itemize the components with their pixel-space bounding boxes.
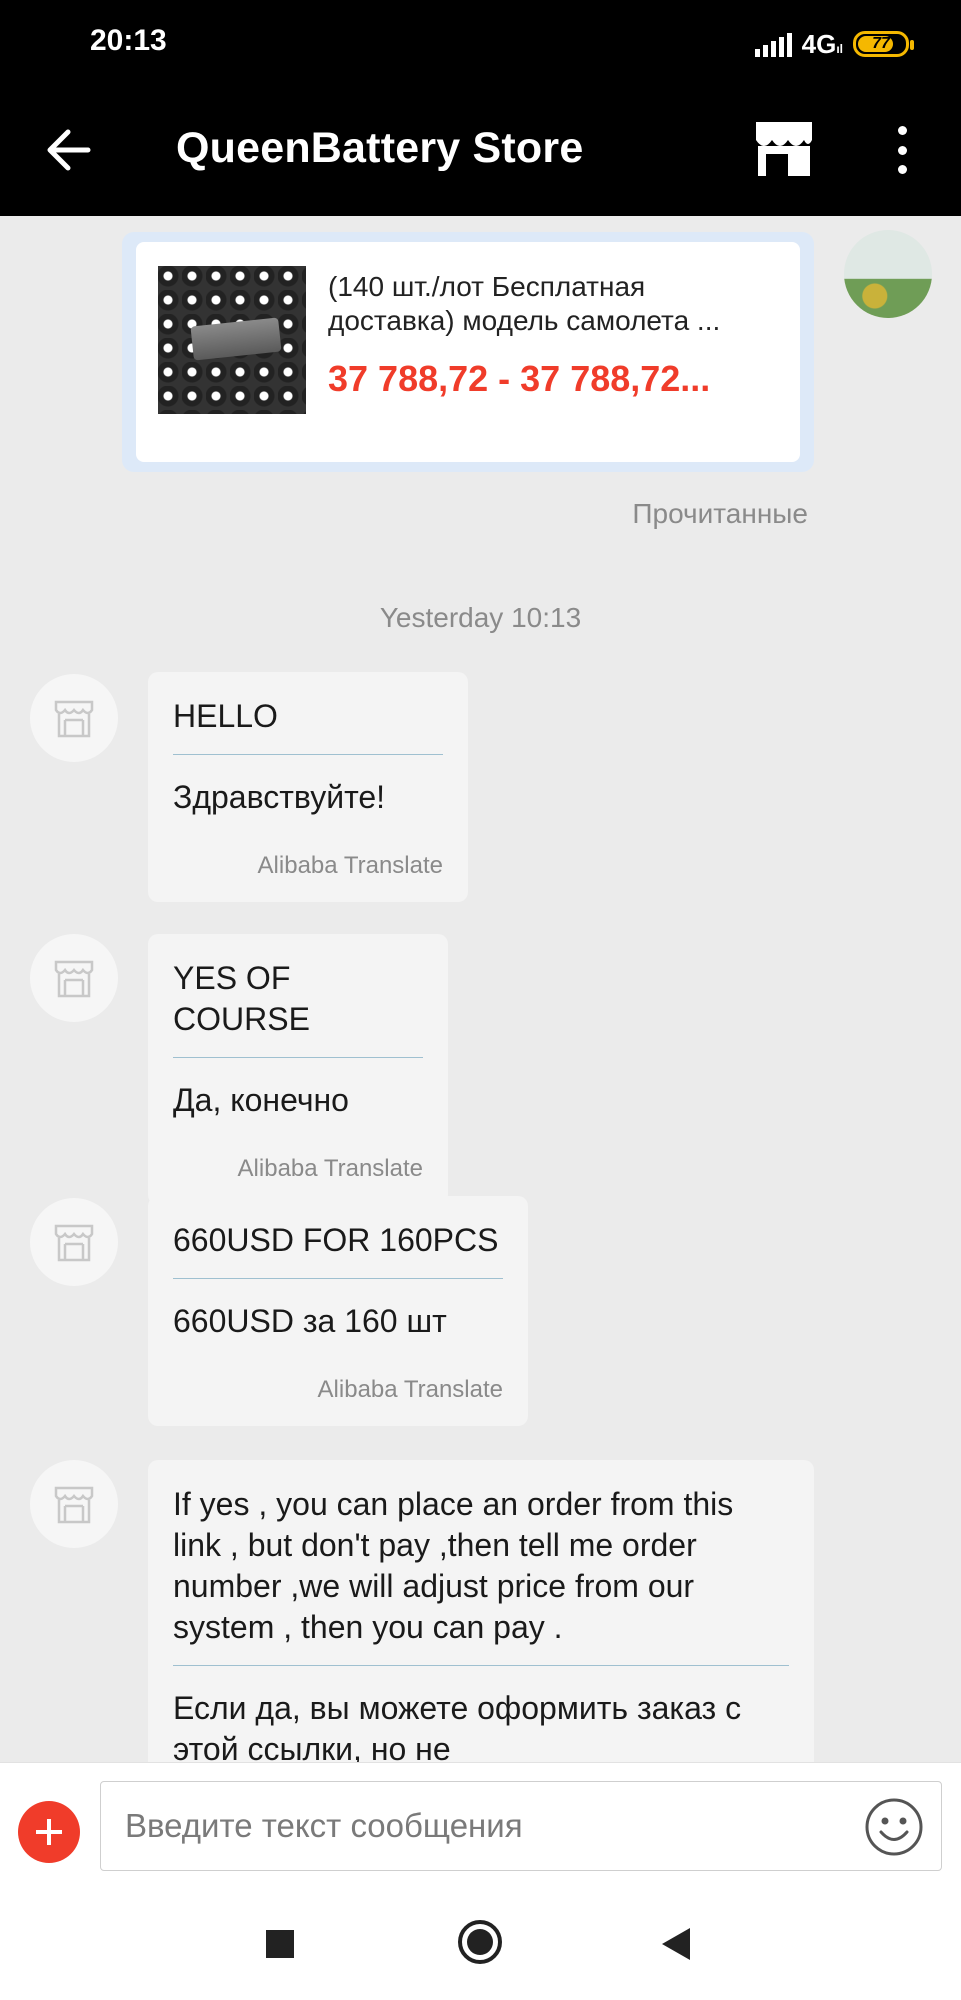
user-avatar[interactable] bbox=[844, 230, 932, 318]
translation-credit: Alibaba Translate bbox=[257, 852, 443, 879]
message-divider bbox=[173, 1278, 503, 1279]
store-icon bbox=[54, 700, 94, 738]
store-icon bbox=[54, 1224, 94, 1262]
read-status: Прочитанные bbox=[632, 498, 808, 529]
message-original: 660USD FOR 160PCS bbox=[173, 1222, 499, 1258]
add-attachment-button[interactable] bbox=[18, 1801, 80, 1863]
product-card[interactable]: (140 шт./лот Бесплатная доставка) модель… bbox=[122, 232, 814, 472]
more-menu-button[interactable] bbox=[884, 120, 920, 180]
product-image bbox=[158, 266, 306, 414]
store-icon bbox=[54, 1486, 94, 1524]
network-type: 4Gıl bbox=[801, 28, 843, 59]
battery-level: 77 bbox=[872, 35, 890, 52]
recents-button[interactable] bbox=[266, 1930, 294, 1958]
product-card-inner: (140 шт./лот Бесплатная доставка) модель… bbox=[136, 242, 800, 462]
nav-back-button[interactable] bbox=[662, 1928, 690, 1960]
battery-icon: 77 bbox=[853, 31, 914, 57]
status-indicators: 4Gıl 77 bbox=[754, 24, 914, 64]
signal-icon bbox=[754, 31, 792, 57]
message-bubble[interactable]: 660USD FOR 160PCS 660USD за 160 шт Aliba… bbox=[148, 1196, 528, 1426]
page-title: QueenBattery Store bbox=[176, 124, 584, 172]
message-original: YES OF COURSE bbox=[173, 960, 310, 1037]
message-original: If yes , you can place an order from thi… bbox=[173, 1486, 743, 1645]
message-input[interactable] bbox=[100, 1781, 942, 1871]
product-price: 37 788,72 - 37 788,72... bbox=[328, 358, 711, 399]
seller-avatar[interactable] bbox=[30, 1198, 118, 1286]
store-button[interactable] bbox=[752, 118, 816, 182]
message-translation: Здравствуйте! bbox=[173, 779, 386, 815]
more-vert-icon bbox=[897, 126, 907, 135]
composer-bar bbox=[0, 1762, 961, 1886]
emoji-button[interactable] bbox=[864, 1797, 924, 1857]
translation-credit: Alibaba Translate bbox=[317, 1376, 503, 1403]
home-button[interactable] bbox=[458, 1920, 502, 1964]
seller-avatar[interactable] bbox=[30, 1460, 118, 1548]
day-separator: Yesterday 10:13 bbox=[379, 602, 582, 633]
smiley-icon bbox=[865, 1798, 923, 1856]
arrow-left-icon bbox=[47, 129, 91, 171]
message-translation: 660USD за 160 шт bbox=[173, 1303, 447, 1339]
message-bubble[interactable]: HELLO Здравствуйте! Alibaba Translate bbox=[148, 672, 468, 902]
translation-credit: Alibaba Translate bbox=[237, 1155, 423, 1182]
product-title: (140 шт./лот Бесплатная доставка) модель… bbox=[328, 271, 721, 336]
message-original: HELLO bbox=[173, 698, 278, 734]
store-icon bbox=[756, 122, 812, 176]
message-translation: Если да, вы можете оформить заказ с этой… bbox=[173, 1690, 742, 1767]
message-bubble[interactable]: If yes , you can place an order from thi… bbox=[148, 1460, 814, 1780]
status-bar: 20:13 4Gıl 77 bbox=[0, 0, 961, 88]
message-translation: Да, конечно bbox=[173, 1082, 349, 1118]
back-button[interactable] bbox=[40, 120, 100, 180]
chat-screen: 20:13 4Gıl 77 QueenBattery Store (140 шт… bbox=[0, 0, 961, 2000]
app-header: QueenBattery Store bbox=[0, 88, 961, 216]
seller-avatar[interactable] bbox=[30, 934, 118, 1022]
seller-avatar[interactable] bbox=[30, 674, 118, 762]
system-nav-bar bbox=[0, 1886, 961, 2000]
store-icon bbox=[54, 960, 94, 998]
message-divider bbox=[173, 1665, 789, 1666]
message-divider bbox=[173, 754, 443, 755]
message-divider bbox=[173, 1057, 423, 1058]
status-time: 20:13 bbox=[90, 24, 167, 57]
message-bubble[interactable]: YES OF COURSE Да, конечно Alibaba Transl… bbox=[148, 934, 448, 1205]
